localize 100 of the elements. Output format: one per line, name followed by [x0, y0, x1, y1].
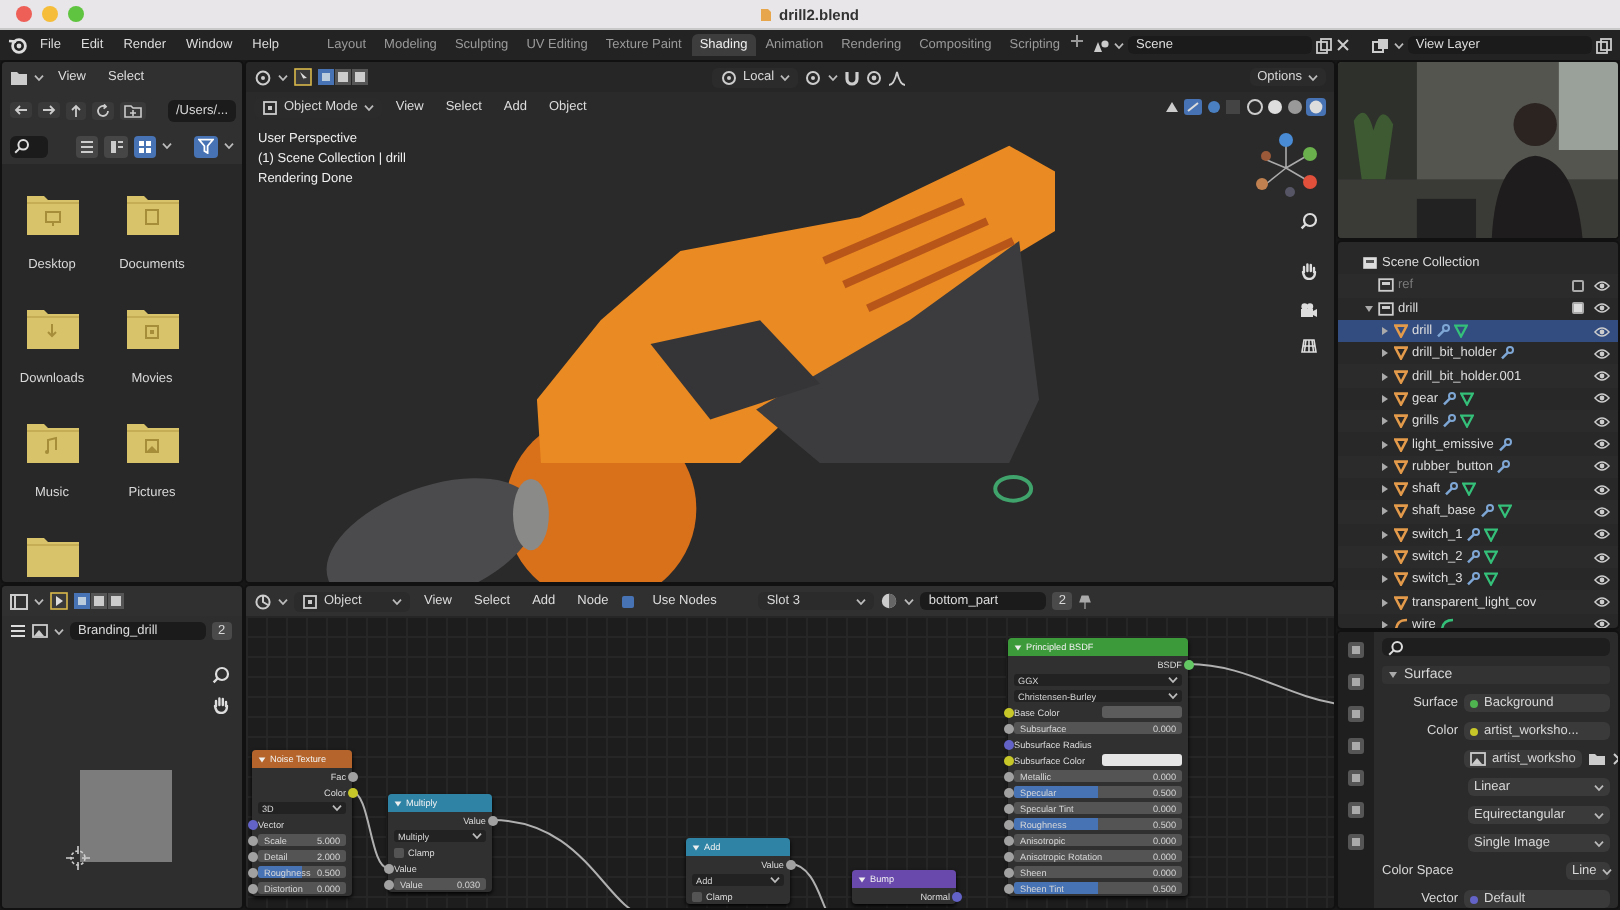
select-tool-icon[interactable]	[294, 68, 312, 86]
eye-icon[interactable]	[1594, 618, 1610, 628]
eye-icon[interactable]	[1594, 483, 1610, 496]
copy-icon[interactable]	[1316, 37, 1333, 53]
socket-dot[interactable]	[1003, 803, 1013, 813]
mesh-data-icon[interactable]	[1462, 482, 1477, 497]
caret-icon[interactable]	[904, 597, 915, 605]
close-icon[interactable]	[1336, 38, 1351, 52]
socket-dot[interactable]	[1003, 739, 1013, 749]
socket-dot[interactable]	[1003, 787, 1013, 797]
caret-icon[interactable]	[54, 627, 64, 635]
camera-icon[interactable]	[1300, 302, 1318, 320]
eye-icon[interactable]	[1594, 370, 1610, 383]
socket-dot[interactable]	[1003, 723, 1013, 733]
socket-dot[interactable]	[247, 867, 257, 877]
expand-right-icon[interactable]	[1379, 597, 1389, 608]
wrench-icon[interactable]	[1496, 459, 1511, 474]
logo-icon[interactable]	[8, 36, 28, 54]
color-swatch[interactable]	[1102, 754, 1182, 766]
wrench-icon[interactable]	[1466, 527, 1481, 542]
add-icon[interactable]	[1070, 34, 1085, 48]
socket-dot[interactable]	[1003, 867, 1013, 877]
socket-dot[interactable]	[247, 819, 257, 829]
zoom-icon[interactable]	[212, 666, 230, 684]
socket-dot[interactable]	[951, 891, 961, 901]
search-field[interactable]	[1382, 638, 1610, 656]
expand-right-icon[interactable]	[1379, 484, 1389, 495]
material-sphere-icon[interactable]	[880, 592, 899, 610]
color-swatch[interactable]	[1102, 706, 1182, 718]
mesh-data-icon[interactable]	[1484, 550, 1499, 564]
wrench-icon[interactable]	[1466, 572, 1481, 587]
shader-node[interactable]	[1008, 638, 1188, 896]
checkbox[interactable]	[394, 847, 404, 857]
mesh-data-icon[interactable]	[1454, 324, 1469, 339]
refresh-button[interactable]	[92, 101, 114, 119]
socket-dot[interactable]	[1003, 835, 1013, 845]
socket-dot[interactable]	[487, 815, 497, 825]
expand-right-icon[interactable]	[1379, 506, 1389, 517]
pivot-icon[interactable]	[804, 69, 823, 85]
socket-dot[interactable]	[383, 863, 393, 873]
back-arrow-button[interactable]	[10, 102, 32, 118]
socket-dot[interactable]	[247, 835, 257, 845]
forward-arrow-button[interactable]	[38, 102, 60, 118]
expand-right-icon[interactable]	[1379, 439, 1389, 450]
layers-icon[interactable]	[1371, 37, 1390, 53]
collapse-icon[interactable]	[258, 755, 266, 763]
expand-right-icon[interactable]	[1379, 348, 1389, 359]
collapse-icon[interactable]	[394, 799, 402, 807]
socket-dot[interactable]	[1003, 755, 1013, 765]
proportional-icon[interactable]	[866, 69, 883, 85]
view-mode-button[interactable]	[104, 135, 128, 157]
expand-right-icon[interactable]	[1379, 371, 1389, 382]
up-arrow-button[interactable]	[66, 101, 86, 119]
checkbox[interactable]	[1572, 279, 1584, 292]
zoom-icon[interactable]	[1300, 212, 1318, 230]
hand-icon[interactable]	[212, 696, 230, 714]
eye-icon[interactable]	[1594, 573, 1610, 586]
overlay-icons[interactable]	[1164, 98, 1240, 116]
wrench-icon[interactable]	[1442, 391, 1457, 406]
collapse-icon[interactable]	[858, 875, 866, 883]
folder-icon[interactable]	[1587, 752, 1606, 766]
magnet-icon[interactable]	[844, 69, 861, 85]
eye-icon[interactable]	[1594, 325, 1610, 338]
mesh-data-icon[interactable]	[1460, 391, 1475, 406]
image-editor-icon[interactable]	[10, 593, 28, 609]
caret-icon[interactable]	[224, 142, 234, 150]
collapse-icon[interactable]	[1014, 643, 1022, 651]
collapse-icon[interactable]	[692, 843, 700, 851]
shading-mode-icons[interactable]	[1246, 98, 1326, 116]
expand-right-icon[interactable]	[1379, 326, 1389, 337]
selection-mode-icon[interactable]	[74, 592, 124, 610]
image-icon[interactable]	[32, 624, 48, 638]
folder-icon[interactable]	[10, 69, 28, 85]
menu-icon[interactable]	[10, 624, 26, 638]
expand-right-icon[interactable]	[1379, 393, 1389, 404]
grid-icon[interactable]	[1300, 336, 1318, 354]
pin-icon[interactable]	[1077, 593, 1092, 609]
folder-icon[interactable]	[125, 420, 179, 464]
view-mode-button[interactable]	[133, 135, 157, 157]
caret-icon[interactable]	[1393, 41, 1404, 49]
socket-dot[interactable]	[347, 787, 357, 797]
scene-icon[interactable]	[1092, 37, 1111, 53]
socket-dot[interactable]	[247, 851, 257, 861]
expand-right-icon[interactable]	[1379, 461, 1389, 472]
socket-dot[interactable]	[247, 883, 257, 893]
copy-icon[interactable]	[1596, 37, 1612, 53]
wrench-icon[interactable]	[1436, 324, 1451, 339]
mesh-data-icon[interactable]	[1460, 414, 1475, 429]
socket-dot[interactable]	[347, 771, 357, 781]
wrench-icon[interactable]	[1466, 550, 1481, 564]
eye-icon[interactable]	[1594, 279, 1610, 292]
caret-icon[interactable]	[1114, 41, 1125, 49]
socket-dot[interactable]	[383, 879, 393, 889]
mesh-data-icon[interactable]	[1484, 527, 1499, 542]
eye-icon[interactable]	[1594, 596, 1610, 609]
close-button[interactable]	[16, 6, 32, 22]
folder-icon[interactable]	[125, 306, 179, 350]
eye-icon[interactable]	[1594, 551, 1610, 563]
caret-icon[interactable]	[828, 73, 839, 81]
hand-icon[interactable]	[1300, 262, 1318, 280]
